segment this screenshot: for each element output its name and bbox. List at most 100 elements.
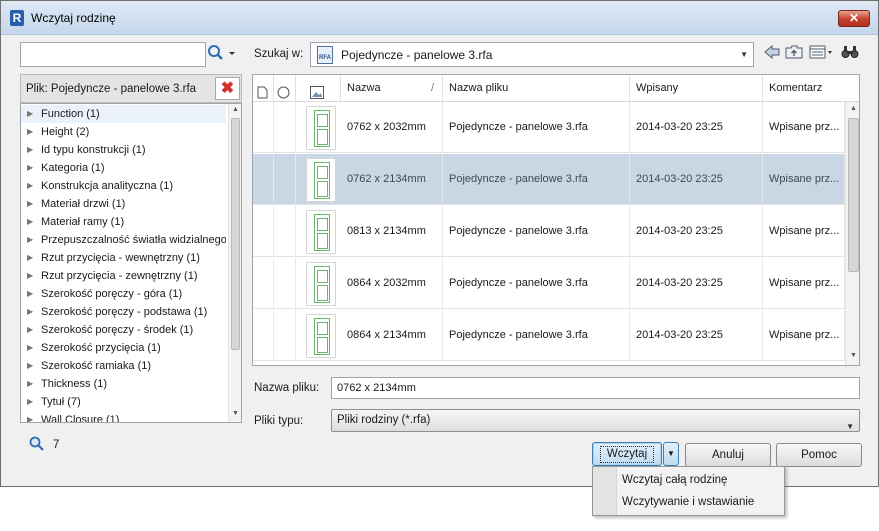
- expand-arrow-icon[interactable]: ▶: [27, 249, 33, 267]
- scroll-up-icon[interactable]: ▲: [849, 105, 858, 112]
- cell-name: 0813 x 2134mm: [341, 206, 443, 257]
- magnifier-icon: [29, 436, 45, 455]
- header-preview-col[interactable]: [296, 75, 341, 102]
- expand-arrow-icon[interactable]: ▶: [27, 303, 33, 321]
- table-row[interactable]: 0864 x 2032mm Pojedyncze - panelowe 3.rfa…: [253, 258, 845, 309]
- cell-comment: Wpisane prz...: [763, 310, 845, 361]
- file-type-select[interactable]: Pliki rodziny (*.rfa) ▼: [331, 409, 860, 432]
- expand-arrow-icon[interactable]: ▶: [27, 213, 33, 231]
- window-title: Wczytaj rodzinę: [31, 11, 116, 25]
- result-count-value: 7: [53, 439, 60, 451]
- look-in-label: Szukaj w:: [254, 48, 304, 60]
- tree-scrollbar[interactable]: ▲ ▼: [228, 104, 241, 422]
- cell-empty: [253, 102, 274, 153]
- table-row[interactable]: 0762 x 2032mm Pojedyncze - panelowe 3.rfa…: [253, 102, 845, 153]
- expand-arrow-icon[interactable]: ▶: [27, 285, 33, 303]
- tree-item[interactable]: ▶ Tytuł (7): [21, 393, 226, 411]
- tree-item[interactable]: ▶ Materiał drzwi (1): [21, 195, 226, 213]
- expand-arrow-icon[interactable]: ▶: [27, 339, 33, 357]
- expand-arrow-icon[interactable]: ▶: [27, 177, 33, 195]
- rfa-file-icon: RFA: [317, 46, 333, 64]
- search-input[interactable]: [20, 42, 206, 67]
- table-row[interactable]: 0813 x 2134mm Pojedyncze - panelowe 3.rfa…: [253, 206, 845, 257]
- expand-arrow-icon[interactable]: ▶: [27, 411, 33, 422]
- scroll-down-icon[interactable]: ▼: [849, 352, 858, 359]
- expand-arrow-icon[interactable]: ▶: [27, 231, 33, 249]
- tree-item[interactable]: ▶ Function (1): [21, 105, 226, 123]
- clear-filter-icon[interactable]: ✖: [215, 77, 240, 100]
- tree-item[interactable]: ▶ Rzut przycięcia - zewnętrzny (1): [21, 267, 226, 285]
- open-button[interactable]: Wczytaj: [592, 442, 662, 466]
- header-status-col[interactable]: [274, 75, 296, 102]
- header-date[interactable]: Wpisany: [630, 75, 763, 102]
- tree-item[interactable]: ▶ Konstrukcja analityczna (1): [21, 177, 226, 195]
- header-file-name[interactable]: Nazwa pliku: [443, 75, 630, 102]
- help-button[interactable]: Pomoc: [776, 443, 862, 467]
- look-in-combo[interactable]: RFA Pojedyncze - panelowe 3.rfa ▼: [310, 42, 754, 67]
- tree-scroll-thumb[interactable]: [231, 118, 240, 350]
- cell-date: 2014-03-20 23:25: [630, 102, 763, 153]
- tree-item-label: Materiał ramy (1): [41, 216, 125, 228]
- tree-item[interactable]: ▶ Wall Closure (1): [21, 411, 226, 422]
- search-icon[interactable]: [207, 44, 241, 66]
- tree-item[interactable]: ▶ Przepuszczalność światła widzialnego: [21, 231, 226, 249]
- cell-name: 0864 x 2134mm: [341, 310, 443, 361]
- header-type-col[interactable]: [253, 75, 274, 102]
- door-icon: [314, 318, 330, 355]
- cell-file: Pojedyncze - panelowe 3.rfa: [443, 258, 630, 309]
- title-bar[interactable]: R Wczytaj rodzinę ✕: [1, 1, 878, 35]
- expand-arrow-icon[interactable]: ▶: [27, 159, 33, 177]
- expand-arrow-icon[interactable]: ▶: [27, 357, 33, 375]
- door-icon: [314, 214, 330, 251]
- tree-item[interactable]: ▶ Height (2): [21, 123, 226, 141]
- tree-item[interactable]: ▶ Szerokość poręczy - podstawa (1): [21, 303, 226, 321]
- tree-item[interactable]: ▶ Id typu konstrukcji (1): [21, 141, 226, 159]
- menu-item-load-entire-family[interactable]: Wczytaj całą rodzinę: [622, 474, 727, 486]
- tree-item[interactable]: ▶ Rzut przycięcia - wewnętrzny (1): [21, 249, 226, 267]
- expand-arrow-icon[interactable]: ▶: [27, 141, 33, 159]
- open-options-dropdown-button[interactable]: ▼: [663, 442, 679, 466]
- expand-arrow-icon[interactable]: ▶: [27, 393, 33, 411]
- expand-arrow-icon[interactable]: ▶: [27, 195, 33, 213]
- tree-item[interactable]: ▶ Thickness (1): [21, 375, 226, 393]
- expand-arrow-icon[interactable]: ▶: [27, 123, 33, 141]
- chevron-down-icon: ▼: [846, 422, 854, 431]
- parameter-tree: ▶ Function (1) ▶ Height (2) ▶ Id typu konstru…: [20, 103, 242, 423]
- expand-arrow-icon[interactable]: ▶: [27, 375, 33, 393]
- close-button[interactable]: ✕: [838, 10, 870, 27]
- file-type-label: Pliki typu:: [254, 415, 304, 427]
- scroll-up-icon[interactable]: ▲: [231, 106, 240, 113]
- door-preview-thumbnail: [306, 106, 336, 150]
- back-icon[interactable]: [764, 44, 780, 62]
- tree-item[interactable]: ▶ Szerokość ramiaka (1): [21, 357, 226, 375]
- header-name[interactable]: Nazwa /: [341, 75, 443, 102]
- list-scroll-thumb[interactable]: [848, 118, 859, 272]
- file-name-input[interactable]: 0762 x 2134mm: [331, 377, 860, 399]
- cell-comment: Wpisane prz...: [763, 154, 845, 205]
- scroll-down-icon[interactable]: ▼: [231, 410, 240, 417]
- views-icon[interactable]: [809, 45, 833, 62]
- cell-empty: [274, 258, 296, 309]
- list-scrollbar[interactable]: ▲ ▼: [845, 102, 859, 365]
- expand-arrow-icon[interactable]: ▶: [27, 105, 33, 123]
- tree-item-label: Rzut przycięcia - zewnętrzny (1): [41, 270, 198, 282]
- table-row[interactable]: 0864 x 2134mm Pojedyncze - panelowe 3.rfa…: [253, 310, 845, 361]
- door-icon: [314, 162, 330, 199]
- header-comment[interactable]: Komentarz: [763, 75, 859, 102]
- tree-item[interactable]: ▶ Kategoria (1): [21, 159, 226, 177]
- find-icon[interactable]: [841, 45, 859, 62]
- table-row[interactable]: 0762 x 2134mm Pojedyncze - panelowe 3.rfa…: [253, 154, 845, 205]
- tree-item-label: Rzut przycięcia - wewnętrzny (1): [41, 252, 200, 264]
- cell-date: 2014-03-20 23:25: [630, 258, 763, 309]
- expand-arrow-icon[interactable]: ▶: [27, 321, 33, 339]
- tree-item[interactable]: ▶ Materiał ramy (1): [21, 213, 226, 231]
- cell-empty: [274, 154, 296, 205]
- load-family-dialog: R Wczytaj rodzinę ✕ Plik: Pojedyncze - p…: [0, 0, 879, 487]
- up-folder-icon[interactable]: [785, 45, 803, 62]
- cancel-button[interactable]: Anuluj: [685, 443, 771, 467]
- expand-arrow-icon[interactable]: ▶: [27, 267, 33, 285]
- tree-item[interactable]: ▶ Szerokość poręczy - góra (1): [21, 285, 226, 303]
- menu-item-load-and-place[interactable]: Wczytywanie i wstawianie: [622, 496, 754, 508]
- tree-item[interactable]: ▶ Szerokość przycięcia (1): [21, 339, 226, 357]
- tree-item[interactable]: ▶ Szerokość poręczy - środek (1): [21, 321, 226, 339]
